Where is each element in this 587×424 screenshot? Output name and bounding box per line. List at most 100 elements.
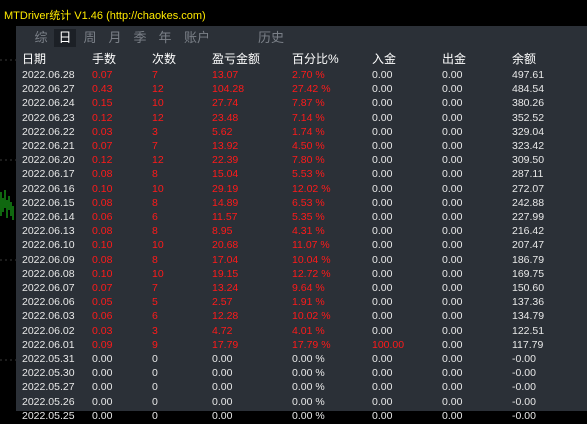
col-lots-header: 手数 — [92, 52, 117, 66]
cell-balance: 323.42 — [512, 140, 545, 152]
cell-pnl: 19.15 — [212, 267, 239, 280]
cell-date: 2022.06.10 — [22, 239, 75, 252]
cell-count: 10 — [152, 182, 164, 195]
cell-count: 7 — [152, 140, 158, 152]
cell-lots: 0.12 — [92, 154, 113, 167]
cell-balance: -0.00 — [512, 381, 536, 394]
cell-deposit: 0.00 — [372, 69, 393, 81]
tab-year[interactable]: 年 — [154, 29, 176, 47]
cell-balance: -0.00 — [512, 353, 536, 365]
cell-count: 0 — [152, 381, 158, 394]
table-row: 2022.06.27 0.43 12 104.28 27.42 % 0.00 0.00 484… — [16, 82, 587, 97]
cell-percent: 10.04 % — [292, 253, 331, 266]
cell-withdraw: 0.00 — [442, 182, 463, 195]
col-pnl-header: 盈亏金额 — [212, 52, 261, 66]
cell-percent: 7.14 % — [292, 111, 325, 124]
tab-quarter[interactable]: 季 — [129, 29, 151, 47]
cell-pnl: 15.04 — [212, 168, 239, 181]
cell-deposit: 0.00 — [372, 367, 393, 380]
cell-balance: 150.60 — [512, 282, 545, 294]
tab-summary[interactable]: 综 — [30, 29, 52, 47]
cell-lots: 0.06 — [92, 211, 113, 223]
cell-pnl: 29.19 — [212, 182, 239, 195]
cell-deposit: 0.00 — [372, 154, 393, 167]
tab-history[interactable]: 历史 — [256, 29, 286, 47]
cell-deposit: 0.00 — [372, 211, 393, 223]
cell-deposit: 0.00 — [372, 395, 393, 408]
cell-count: 12 — [152, 83, 164, 96]
table-row: 2022.06.13 0.08 8 8.95 4.31 % 0.00 0.00 216.42 — [16, 224, 587, 239]
tab-month[interactable]: 月 — [104, 29, 126, 47]
cell-pnl: 17.79 — [212, 338, 239, 351]
tab-week[interactable]: 周 — [79, 29, 101, 47]
table-row: 2022.06.01 0.09 9 17.79 17.79 % 100.00 0.00 117… — [16, 338, 587, 353]
cell-deposit: 0.00 — [372, 83, 393, 96]
cell-pnl: 13.07 — [212, 69, 239, 81]
cell-deposit: 0.00 — [372, 267, 393, 280]
cell-lots: 0.07 — [92, 282, 113, 294]
table-row: 2022.06.10 0.10 10 20.68 11.07 % 0.00 0.00 207.… — [16, 238, 587, 253]
cell-count: 0 — [152, 367, 158, 380]
cell-percent: 5.53 % — [292, 168, 325, 181]
cell-date: 2022.06.07 — [22, 282, 75, 294]
tab-day[interactable]: 日 — [54, 29, 76, 47]
cell-date: 2022.06.01 — [22, 338, 75, 351]
col-percent-header: 百分比% — [292, 52, 339, 66]
cell-lots: 0.08 — [92, 253, 113, 266]
cell-balance: 134.79 — [512, 310, 545, 323]
table-row: 2022.06.02 0.03 3 4.72 4.01 % 0.00 0.00 122.51 — [16, 324, 587, 339]
cell-count: 7 — [152, 282, 158, 294]
app-title: MTDriver统计 V1.46 (http://chaokes.com) — [4, 10, 206, 22]
table-row: 2022.06.24 0.15 10 27.74 7.87 % 0.00 0.00 380.2… — [16, 96, 587, 111]
cell-date: 2022.06.16 — [22, 182, 75, 195]
cell-lots: 0.05 — [92, 296, 113, 309]
cell-lots: 0.08 — [92, 196, 113, 209]
tab-account[interactable]: 账户 — [182, 29, 212, 47]
cell-lots: 0.03 — [92, 324, 113, 337]
table-row: 2022.05.31 0.00 0 0.00 0.00 % 0.00 0.00 -0.00 — [16, 352, 587, 367]
cell-date: 2022.05.30 — [22, 367, 75, 380]
cell-date: 2022.05.31 — [22, 353, 75, 365]
cell-percent: 4.50 % — [292, 140, 325, 152]
cell-withdraw: 0.00 — [442, 310, 463, 323]
cell-count: 8 — [152, 225, 158, 238]
cell-date: 2022.06.06 — [22, 296, 75, 309]
cell-count: 12 — [152, 154, 164, 167]
cell-deposit: 0.00 — [372, 97, 393, 110]
cell-percent: 0.00 % — [292, 409, 325, 422]
cell-date: 2022.06.28 — [22, 69, 75, 81]
cell-pnl: 14.89 — [212, 196, 239, 209]
cell-lots: 0.06 — [92, 310, 113, 323]
cell-lots: 0.09 — [92, 338, 113, 351]
cell-percent: 10.02 % — [292, 310, 331, 323]
cell-percent: 7.87 % — [292, 97, 325, 110]
cell-lots: 0.00 — [92, 367, 113, 380]
cell-withdraw: 0.00 — [442, 324, 463, 337]
table-row: 2022.06.23 0.12 12 23.48 7.14 % 0.00 0.00 352.5… — [16, 111, 587, 126]
cell-withdraw: 0.00 — [442, 111, 463, 124]
cell-deposit: 100.00 — [372, 338, 405, 351]
cell-withdraw: 0.00 — [442, 97, 463, 110]
cell-percent: 17.79 % — [292, 338, 331, 351]
cell-percent: 12.02 % — [292, 182, 331, 195]
cell-balance: 484.54 — [512, 83, 545, 96]
cell-withdraw: 0.00 — [442, 353, 463, 365]
cell-count: 6 — [152, 211, 158, 223]
cell-count: 10 — [152, 267, 164, 280]
cell-date: 2022.06.21 — [22, 140, 75, 152]
table-row: 2022.06.17 0.08 8 15.04 5.53 % 0.00 0.00 287.11 — [16, 167, 587, 182]
cell-count: 0 — [152, 409, 158, 422]
cell-balance: 242.88 — [512, 196, 545, 209]
cell-withdraw: 0.00 — [442, 225, 463, 238]
cell-date: 2022.06.09 — [22, 253, 75, 266]
cell-count: 3 — [152, 324, 158, 337]
cell-withdraw: 0.00 — [442, 83, 463, 96]
table-header: 日期 手数 次数 盈亏金额 百分比% 入金 出金 余额 — [16, 52, 587, 67]
cell-date: 2022.06.17 — [22, 168, 75, 181]
cell-withdraw: 0.00 — [442, 69, 463, 81]
cell-balance: 122.51 — [512, 324, 545, 337]
cell-deposit: 0.00 — [372, 225, 393, 238]
table-row: 2022.06.03 0.06 6 12.28 10.02 % 0.00 0.00 134.7… — [16, 309, 587, 324]
cell-deposit: 0.00 — [372, 125, 393, 138]
cell-count: 9 — [152, 338, 158, 351]
